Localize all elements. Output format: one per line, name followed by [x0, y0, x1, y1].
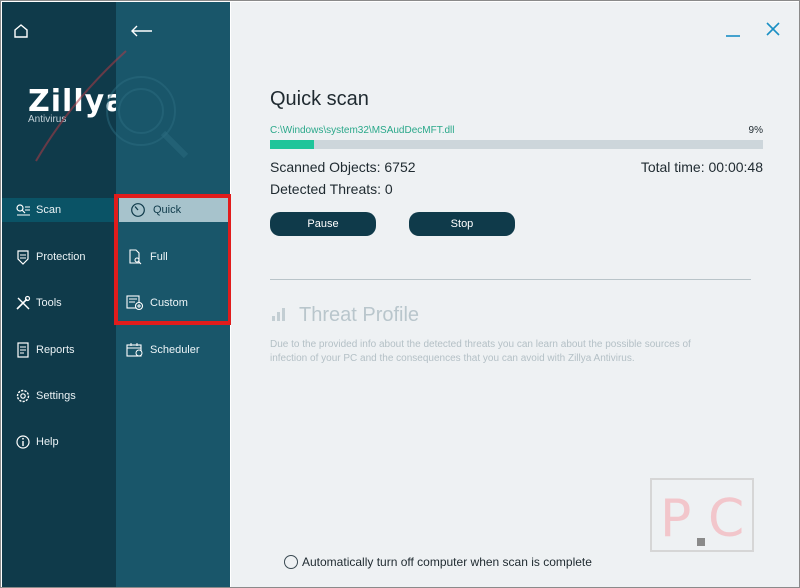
rail-item-scan[interactable]: Scan [2, 198, 116, 222]
rail-item-label: Help [36, 436, 59, 448]
tools-icon [12, 295, 34, 311]
close-icon[interactable] [764, 20, 782, 38]
home-icon[interactable] [12, 22, 30, 40]
gauge-icon [127, 202, 149, 218]
sub-item-quick[interactable]: Quick [119, 198, 229, 222]
sub-item-custom[interactable]: Custom [116, 291, 230, 315]
current-file-path: C:\Windows\system32\MSAudDecMFT.dll [270, 125, 455, 136]
section-divider [270, 279, 751, 280]
pause-button[interactable]: Pause [270, 212, 376, 236]
scan-subpanel: Quick Full Custom Scheduler [116, 2, 230, 587]
sub-item-label: Custom [150, 297, 188, 309]
threat-profile-title: Threat Profile [299, 304, 420, 326]
threat-profile-description: Due to the provided info about the detec… [270, 339, 691, 364]
main-nav-rail: Zillya Antivirus Scan Protection Tools R… [2, 2, 125, 587]
file-search-icon [124, 249, 146, 265]
sub-item-label: Full [150, 251, 168, 263]
auto-shutdown-checkbox[interactable] [284, 555, 298, 569]
pc-watermark-logo: P C [650, 478, 754, 552]
rail-item-protection[interactable]: Protection [2, 245, 116, 269]
auto-shutdown-label: Automatically turn off computer when sca… [302, 555, 592, 569]
rail-item-help[interactable]: Help [2, 430, 116, 454]
rail-item-settings[interactable]: Settings [2, 384, 116, 408]
rail-item-reports[interactable]: Reports [2, 338, 116, 362]
report-icon [12, 342, 34, 358]
back-arrow-icon[interactable] [128, 22, 154, 40]
scan-icon [12, 203, 34, 217]
custom-scan-icon [124, 295, 146, 311]
progress-bar [270, 140, 763, 149]
progress-bar-fill [270, 140, 315, 149]
shield-icon [12, 249, 34, 265]
main-content: Quick scan C:\Windows\system32\MSAudDecM… [231, 2, 799, 587]
stop-button[interactable]: Stop [409, 212, 515, 236]
svg-text:P: P [660, 489, 691, 549]
info-icon [12, 434, 34, 450]
detected-threats: Detected Threats: 0 [270, 181, 393, 197]
progress-percent: 9% [748, 125, 763, 136]
sub-item-label: Quick [153, 204, 182, 216]
sub-item-full[interactable]: Full [116, 245, 230, 269]
calendar-icon [124, 342, 146, 358]
rail-item-tools[interactable]: Tools [2, 291, 116, 315]
app-window: Zillya Antivirus Scan Protection Tools R… [0, 0, 800, 588]
page-title: Quick scan [270, 88, 369, 110]
rail-item-label: Settings [36, 390, 76, 402]
total-time: Total time: 00:00:48 [640, 159, 763, 175]
brand-subtitle: Antivirus [28, 114, 67, 125]
rail-item-label: Tools [36, 297, 62, 309]
svg-text:C: C [708, 489, 744, 549]
sub-item-label: Scheduler [150, 344, 200, 356]
minimize-icon[interactable] [724, 24, 742, 38]
scanned-objects: Scanned Objects: 6752 [270, 159, 416, 175]
gear-icon [12, 388, 34, 404]
rail-item-label: Reports [36, 344, 75, 356]
rail-item-label: Protection [36, 251, 86, 263]
signal-bars-icon [271, 307, 289, 321]
sub-item-scheduler[interactable]: Scheduler [116, 338, 230, 362]
rail-item-label: Scan [36, 204, 62, 216]
